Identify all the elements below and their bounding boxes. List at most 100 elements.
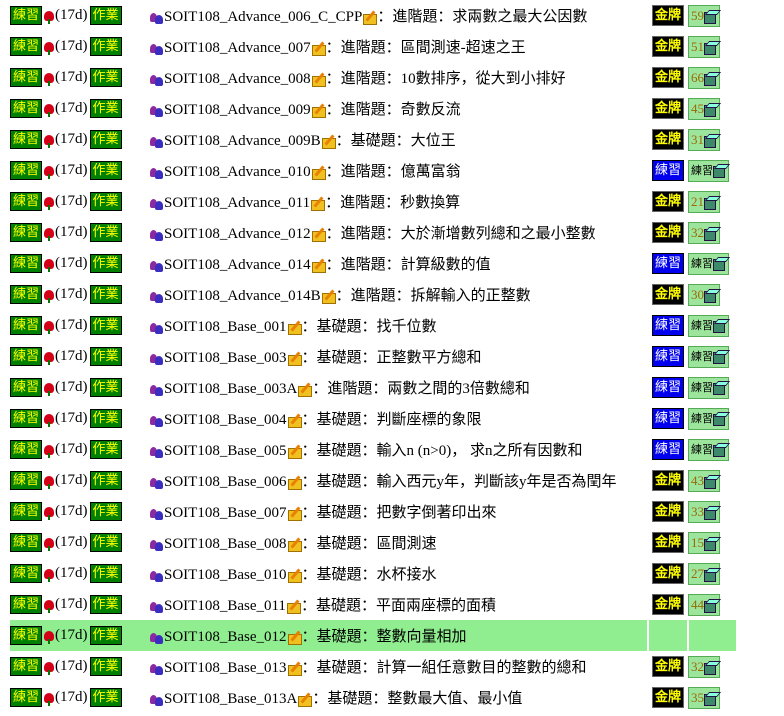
submission-count[interactable]: 27 [688, 562, 720, 585]
practice-link[interactable]: 練習 [10, 471, 43, 490]
gold-badge[interactable]: 金牌 [651, 98, 684, 119]
problem-id-link[interactable]: SOIT108_Base_005 [164, 443, 287, 459]
edit-icon[interactable] [363, 11, 378, 26]
edit-icon[interactable] [298, 383, 313, 398]
edit-icon[interactable] [286, 600, 301, 615]
submission-count[interactable]: 43 [688, 469, 720, 492]
edit-icon[interactable] [287, 321, 302, 336]
edit-icon[interactable] [287, 507, 302, 522]
practice-badge[interactable]: 練習 [651, 160, 684, 181]
practice-badge[interactable]: 練習 [651, 439, 684, 460]
practice-link[interactable]: 練習 [10, 688, 43, 707]
problem-id-link[interactable]: SOIT108_Advance_007 [164, 40, 311, 56]
problem-id-link[interactable]: SOIT108_Base_003A [164, 381, 297, 397]
homework-link[interactable]: 作業 [89, 6, 122, 25]
submission-count[interactable]: 練習 [688, 376, 729, 399]
submission-count[interactable]: 30 [688, 283, 720, 306]
practice-link[interactable]: 練習 [10, 223, 43, 242]
submission-count[interactable]: 35 [688, 686, 720, 709]
edit-icon[interactable] [311, 259, 326, 274]
problem-id-link[interactable]: SOIT108_Base_011 [164, 598, 286, 614]
edit-icon[interactable] [321, 290, 336, 305]
practice-badge[interactable]: 練習 [651, 315, 684, 336]
homework-link[interactable]: 作業 [89, 533, 122, 552]
homework-link[interactable]: 作業 [89, 409, 122, 428]
edit-icon[interactable] [287, 569, 302, 584]
problem-id-link[interactable]: SOIT108_Advance_009 [164, 102, 311, 118]
homework-link[interactable]: 作業 [89, 626, 122, 645]
problem-id-link[interactable]: SOIT108_Base_008 [164, 536, 287, 552]
problem-id-link[interactable]: SOIT108_Base_006 [164, 474, 287, 490]
practice-badge[interactable]: 練習 [651, 346, 684, 367]
homework-link[interactable]: 作業 [89, 471, 122, 490]
problem-id-link[interactable]: SOIT108_Advance_012 [164, 226, 311, 242]
edit-icon[interactable] [311, 228, 326, 243]
practice-badge[interactable]: 練習 [651, 377, 684, 398]
submission-count[interactable]: 59 [688, 4, 720, 27]
practice-badge[interactable]: 練習 [651, 408, 684, 429]
homework-link[interactable]: 作業 [89, 161, 122, 180]
gold-badge[interactable]: 金牌 [651, 67, 684, 88]
submission-count[interactable]: 練習 [688, 438, 729, 461]
problem-id-link[interactable]: SOIT108_Advance_008 [164, 71, 311, 87]
edit-icon[interactable] [287, 631, 302, 646]
homework-link[interactable]: 作業 [89, 595, 122, 614]
homework-link[interactable]: 作業 [89, 130, 122, 149]
gold-badge[interactable]: 金牌 [651, 594, 684, 615]
gold-badge[interactable]: 金牌 [651, 222, 684, 243]
submission-count[interactable]: 66 [688, 66, 720, 89]
homework-link[interactable]: 作業 [89, 192, 122, 211]
homework-link[interactable]: 作業 [89, 688, 122, 707]
homework-link[interactable]: 作業 [89, 440, 122, 459]
homework-link[interactable]: 作業 [89, 37, 122, 56]
submission-count[interactable]: 練習 [688, 252, 729, 275]
practice-link[interactable]: 練習 [10, 657, 43, 676]
problem-id-link[interactable]: SOIT108_Base_013A [164, 691, 297, 707]
submission-count[interactable]: 練習 [688, 345, 729, 368]
homework-link[interactable]: 作業 [89, 99, 122, 118]
submission-count[interactable]: 練習 [688, 314, 729, 337]
gold-badge[interactable]: 金牌 [651, 284, 684, 305]
edit-icon[interactable] [311, 42, 326, 57]
practice-link[interactable]: 練習 [10, 285, 43, 304]
gold-badge[interactable]: 金牌 [651, 129, 684, 150]
edit-icon[interactable] [311, 166, 326, 181]
practice-link[interactable]: 練習 [10, 626, 43, 645]
problem-id-link[interactable]: SOIT108_Advance_014 [164, 257, 311, 273]
gold-badge[interactable]: 金牌 [651, 687, 684, 708]
gold-badge[interactable]: 金牌 [651, 656, 684, 677]
practice-badge[interactable]: 練習 [651, 253, 684, 274]
problem-id-link[interactable]: SOIT108_Advance_014B [164, 288, 321, 304]
practice-link[interactable]: 練習 [10, 595, 43, 614]
gold-badge[interactable]: 金牌 [651, 36, 684, 57]
edit-icon[interactable] [287, 538, 302, 553]
edit-icon[interactable] [287, 445, 302, 460]
practice-link[interactable]: 練習 [10, 68, 43, 87]
problem-id-link[interactable]: SOIT108_Advance_009B [164, 133, 321, 149]
practice-link[interactable]: 練習 [10, 347, 43, 366]
homework-link[interactable]: 作業 [89, 285, 122, 304]
practice-link[interactable]: 練習 [10, 161, 43, 180]
practice-link[interactable]: 練習 [10, 192, 43, 211]
problem-id-link[interactable]: SOIT108_Base_012 [164, 629, 287, 645]
submission-count[interactable]: 31 [688, 128, 720, 151]
gold-badge[interactable]: 金牌 [651, 191, 684, 212]
submission-count[interactable]: 練習 [688, 159, 729, 182]
homework-link[interactable]: 作業 [89, 223, 122, 242]
submission-count[interactable]: 44 [688, 593, 720, 616]
practice-link[interactable]: 練習 [10, 130, 43, 149]
submission-count[interactable]: 15 [688, 531, 720, 554]
edit-icon[interactable] [287, 476, 302, 491]
problem-id-link[interactable]: SOIT108_Base_001 [164, 319, 287, 335]
homework-link[interactable]: 作業 [89, 564, 122, 583]
edit-icon[interactable] [311, 73, 326, 88]
gold-badge[interactable]: 金牌 [651, 532, 684, 553]
homework-link[interactable]: 作業 [89, 254, 122, 273]
edit-icon[interactable] [321, 135, 336, 150]
scrollbar-track[interactable] [760, 0, 784, 716]
edit-icon[interactable] [287, 352, 302, 367]
homework-link[interactable]: 作業 [89, 378, 122, 397]
problem-id-link[interactable]: SOIT108_Base_007 [164, 505, 287, 521]
gold-badge[interactable]: 金牌 [651, 470, 684, 491]
submission-count[interactable]: 32 [688, 221, 720, 244]
